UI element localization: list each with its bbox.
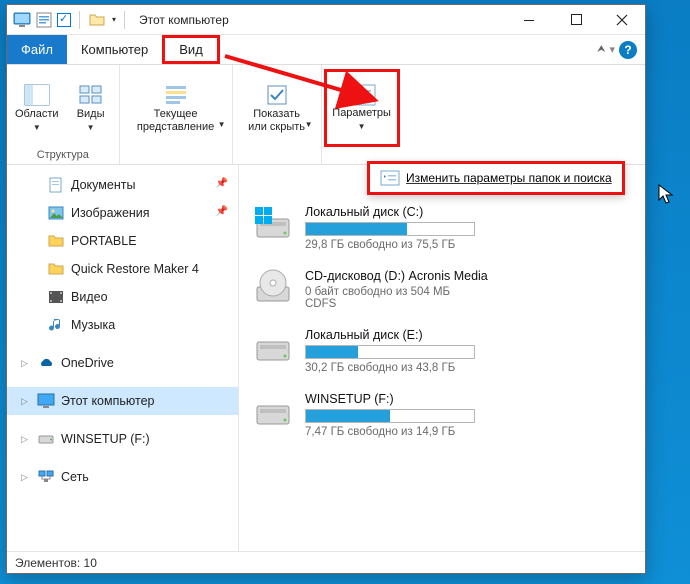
panes-button[interactable]: Области ▼	[9, 69, 65, 147]
folder-icon	[88, 11, 106, 29]
current-view-button[interactable]: Текущее представление ▼	[122, 69, 230, 147]
drive-item[interactable]: Локальный диск (C:) 29,8 ГБ свободно из …	[251, 205, 633, 251]
monitor-icon	[37, 392, 55, 410]
panes-icon	[24, 82, 50, 108]
capacity-bar	[305, 409, 475, 423]
network-icon	[37, 468, 55, 486]
nav-images[interactable]: Изображения 📌	[7, 199, 238, 227]
drive-icon	[251, 328, 295, 368]
group-label: Структура	[37, 147, 89, 163]
folder-icon	[47, 260, 65, 278]
content-area[interactable]: Локальный диск (C:) 29,8 ГБ свободно из …	[239, 165, 645, 551]
drive-name: WINSETUP (F:)	[305, 392, 633, 406]
collapse-ribbon-icon[interactable]: ⮝	[597, 44, 606, 55]
minimize-button[interactable]	[507, 5, 553, 35]
divider	[124, 11, 125, 29]
nav-this-pc[interactable]: ▷ Этот компьютер	[7, 387, 238, 415]
options-icon	[347, 83, 377, 107]
monitor-icon	[13, 11, 31, 29]
video-icon	[47, 288, 65, 306]
computer-tab[interactable]: Компьютер	[67, 35, 162, 64]
qat-dropdown-icon[interactable]: ▾	[112, 15, 116, 24]
explorer-window: ▾ Этот компьютер Файл Компьютер Вид ⮝ ▾ …	[6, 4, 646, 574]
views-button[interactable]: Виды ▼	[65, 69, 117, 147]
drive-free-text: 0 байт свободно из 504 МБ	[305, 286, 633, 298]
options-small-icon	[380, 170, 400, 186]
maximize-button[interactable]	[553, 5, 599, 35]
qat-checkbox[interactable]	[57, 13, 71, 27]
checkbox-icon	[264, 82, 290, 108]
view-tab[interactable]: Вид	[162, 35, 220, 64]
nav-winsetup[interactable]: ▷ WINSETUP (F:)	[7, 425, 238, 453]
nav-portable[interactable]: PORTABLE	[7, 227, 238, 255]
options-dropdown-item[interactable]: Изменить параметры папок и поиска	[367, 161, 625, 195]
close-button[interactable]	[599, 5, 645, 35]
onedrive-icon	[37, 354, 55, 372]
list-icon	[163, 82, 189, 108]
quick-access-toolbar: ▾ Этот компьютер	[7, 11, 235, 29]
properties-icon[interactable]	[35, 11, 53, 29]
options-button[interactable]: Параметры ▼	[324, 69, 400, 147]
window-controls	[507, 5, 645, 35]
drive-name: CD-дисковод (D:) Acronis Media	[305, 269, 633, 283]
nav-qrm[interactable]: Quick Restore Maker 4	[7, 255, 238, 283]
menu-bar: Файл Компьютер Вид ⮝ ▾ ?	[7, 35, 645, 65]
capacity-bar	[305, 345, 475, 359]
drive-item[interactable]: Локальный диск (E:) 30,2 ГБ свободно из …	[251, 328, 633, 374]
cursor-icon	[658, 184, 674, 206]
pin-icon: 📌	[216, 206, 228, 217]
item-count: Элементов: 10	[15, 556, 97, 570]
drive-name: Локальный диск (E:)	[305, 328, 633, 342]
drive-item[interactable]: CD-дисковод (D:) Acronis Media 0 байт св…	[251, 269, 633, 310]
chevron-down-icon: ▼	[87, 121, 95, 134]
nav-music[interactable]: Музыка	[7, 311, 238, 339]
status-bar: Элементов: 10	[7, 551, 645, 573]
nav-video[interactable]: Видео	[7, 283, 238, 311]
drive-item[interactable]: WINSETUP (F:) 7,47 ГБ свободно из 14,9 Г…	[251, 392, 633, 438]
drive-icon	[251, 392, 295, 432]
drive-free-text: 29,8 ГБ свободно из 75,5 ГБ	[305, 239, 633, 251]
ribbon: Области ▼ Виды ▼ Структура Текущее предс…	[7, 65, 645, 165]
nav-documents[interactable]: Документы 📌	[7, 171, 238, 199]
expand-icon[interactable]: ▷	[21, 472, 28, 483]
drive-free-text: 30,2 ГБ свободно из 43,8 ГБ	[305, 362, 633, 374]
drive-icon	[251, 205, 295, 245]
chevron-down-icon: ▼	[218, 118, 226, 131]
pin-icon: 📌	[216, 178, 228, 189]
title-bar: ▾ Этот компьютер	[7, 5, 645, 35]
drive-icon	[37, 430, 55, 448]
drive-name: Локальный диск (C:)	[305, 205, 633, 219]
file-tab[interactable]: Файл	[7, 35, 67, 64]
help-button[interactable]: ?	[619, 41, 637, 59]
expand-icon[interactable]: ▷	[21, 434, 28, 445]
show-hide-button[interactable]: Показать или скрыть ▼	[235, 69, 319, 147]
images-icon	[47, 204, 65, 222]
nav-onedrive[interactable]: ▷ OneDrive	[7, 349, 238, 377]
help-area: ⮝ ▾ ?	[589, 35, 645, 64]
drive-icon	[251, 269, 295, 309]
divider	[79, 11, 80, 29]
chevron-down-icon: ▼	[33, 121, 41, 134]
capacity-bar	[305, 222, 475, 236]
ribbon-group-structure: Области ▼ Виды ▼ Структура	[7, 65, 120, 164]
drive-free-text: 7,47 ГБ свободно из 14,9 ГБ	[305, 426, 633, 438]
expand-icon[interactable]: ▷	[21, 396, 28, 407]
music-icon	[47, 316, 65, 334]
folder-icon	[47, 232, 65, 250]
body: Документы 📌 Изображения 📌 PORTABLE Quick…	[7, 165, 645, 551]
nav-network[interactable]: ▷ Сеть	[7, 463, 238, 491]
chevron-down-icon: ▼	[358, 120, 366, 133]
views-icon	[78, 82, 104, 108]
navigation-pane[interactable]: Документы 📌 Изображения 📌 PORTABLE Quick…	[7, 165, 239, 551]
documents-icon	[47, 176, 65, 194]
window-title: Этот компьютер	[139, 13, 229, 27]
expand-icon[interactable]: ▷	[21, 358, 28, 369]
chevron-down-icon: ▼	[305, 118, 313, 131]
